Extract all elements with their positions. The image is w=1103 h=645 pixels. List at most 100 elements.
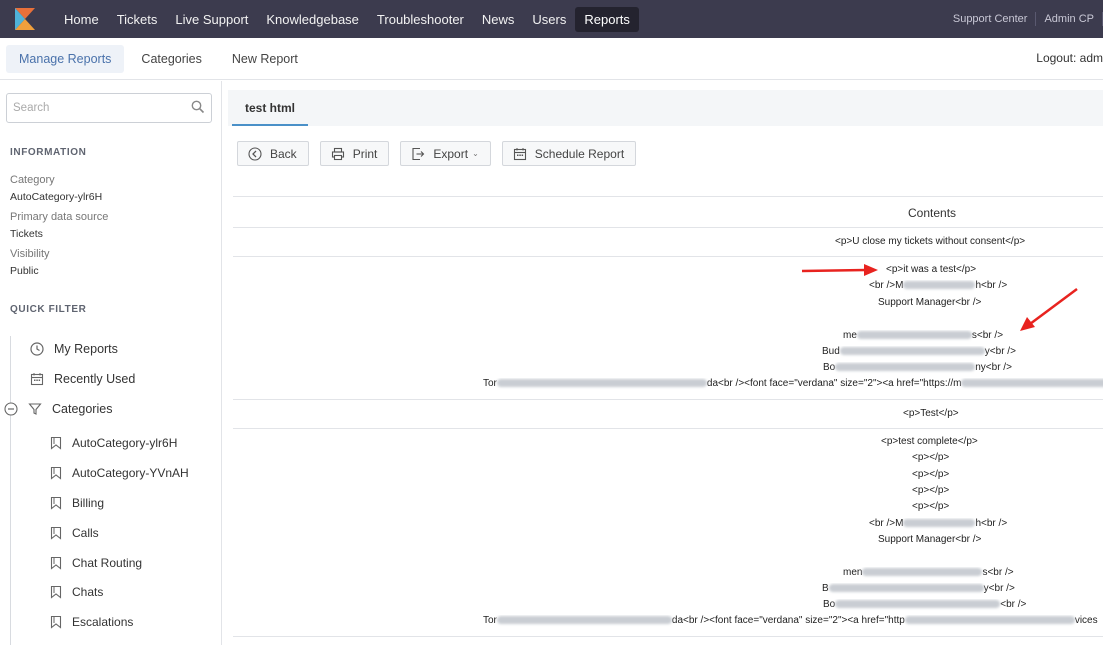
nav-home[interactable]: Home [55, 7, 108, 32]
tree-line [10, 336, 11, 645]
category-item[interactable]: Calls [50, 526, 99, 540]
nav-users[interactable]: Users [523, 7, 575, 32]
red-arrow-icon [801, 264, 878, 276]
cell-text: <p></p> [912, 452, 950, 463]
category-item[interactable]: Billing [50, 496, 104, 510]
tab-test-html[interactable]: test html [232, 90, 309, 126]
quick-filter-heading: QUICK FILTER [10, 304, 87, 315]
sidebar: INFORMATION Category AutoCategory-ylr6H … [0, 81, 222, 645]
cell-line: <p></p> [233, 469, 1103, 485]
table-row: <p>it was a test</p> <br />M h<br /> Supp… [233, 257, 1103, 400]
quick-filter-my-reports[interactable]: My Reports [30, 342, 118, 356]
quick-filter-categories[interactable]: Categories [4, 402, 112, 416]
search-box [6, 93, 212, 123]
filter-icon [28, 402, 42, 416]
category-item[interactable]: Chat Routing [50, 556, 142, 570]
info-visibility-value: Public [10, 265, 39, 277]
bookmark-icon [50, 585, 62, 599]
admin-cp-link[interactable]: Admin CP [1036, 12, 1103, 26]
clock-icon [30, 342, 44, 356]
bookmark-icon [50, 496, 62, 510]
table-row: <p>Test</p> [233, 400, 1103, 429]
export-button[interactable]: Export ⌄ [400, 141, 491, 166]
export-icon [411, 147, 425, 161]
print-label: Print [352, 146, 378, 161]
quick-filter-label: Recently Used [54, 372, 136, 386]
column-header-contents[interactable]: Contents [908, 206, 956, 220]
info-datasource-value: Tickets [10, 228, 43, 240]
info-visibility-label: Visibility [10, 248, 50, 260]
category-item[interactable]: Chats [50, 585, 103, 599]
quick-filter-recently-used[interactable]: Recently Used [30, 372, 135, 386]
nav-knowledgebase[interactable]: Knowledgebase [257, 7, 368, 32]
category-item[interactable]: AutoCategory-YVnAH [50, 466, 189, 480]
print-button[interactable]: Print [319, 141, 390, 166]
report-table: Contents <p>U close my tickets without c… [233, 196, 1103, 637]
category-label: Chat Routing [72, 556, 143, 570]
chevron-down-icon: ⌄ [472, 149, 479, 158]
cell-text: Bud y<br /> [822, 346, 1016, 357]
info-datasource-label: Primary data source [10, 211, 109, 223]
cell-line: <p>it was a test</p> [233, 264, 1103, 280]
kayako-logo[interactable] [15, 8, 35, 30]
cell-line: <br />M h<br /> [233, 518, 1103, 534]
cell-text: By<br /> [822, 583, 1015, 594]
category-label: Calls [72, 526, 99, 540]
bookmark-icon [50, 526, 62, 540]
search-icon[interactable] [191, 100, 205, 114]
info-category-value: AutoCategory-ylr6H [10, 191, 103, 203]
cell-text: men s<br /> [843, 567, 1014, 578]
category-label: Billing [72, 496, 105, 510]
cell-text: <br />M h<br /> [869, 280, 1008, 291]
category-label: AutoCategory-YVnAH [72, 466, 189, 480]
printer-icon [331, 147, 345, 161]
cell-line: <br />M h<br /> [233, 280, 1103, 296]
back-icon [248, 146, 262, 161]
subnav-categories[interactable]: Categories [128, 45, 214, 73]
cell-text: Tor da<br /><font face="verdana" size="2"… [483, 615, 1098, 626]
cell-text: <p></p> [912, 485, 950, 496]
subnav-new-report[interactable]: New Report [219, 45, 311, 73]
cell-line: <p>Test</p> [233, 408, 1103, 424]
nav-right-links: Support Center Admin CP [945, 0, 1103, 38]
cell-line: <p></p> [233, 485, 1103, 501]
cell-line: <p>test complete</p> [233, 436, 1103, 452]
search-input[interactable] [7, 94, 177, 122]
back-label: Back [270, 146, 297, 161]
cell-line: <p></p> [233, 452, 1103, 468]
cell-text: <p>it was a test</p> [886, 264, 977, 275]
bookmark-icon [50, 556, 62, 570]
collapse-icon[interactable] [4, 402, 18, 416]
cell-text: <p></p> [912, 501, 950, 512]
category-item[interactable]: AutoCategory-ylr6H [50, 436, 177, 450]
back-button[interactable]: Back [237, 141, 309, 166]
cell-text: Bo <br /> [823, 599, 1027, 610]
schedule-report-button[interactable]: Schedule Report [501, 141, 637, 166]
main-content: test html Back Print Export ⌄ Schedule R… [228, 81, 1103, 645]
nav-live-support[interactable]: Live Support [166, 7, 257, 32]
cell-line: <p></p> [233, 501, 1103, 517]
nav-tickets[interactable]: Tickets [108, 7, 167, 32]
cell-line: Bo ny<br /> [233, 362, 1103, 378]
top-navigation: Home Tickets Live Support Knowledgebase … [0, 0, 1103, 38]
nav-news[interactable]: News [473, 7, 524, 32]
category-label: AutoCategory-ylr6H [72, 436, 178, 450]
table-header: Contents [233, 196, 1103, 228]
logout-link[interactable]: Logout: adm [1036, 51, 1103, 65]
nav-reports[interactable]: Reports [575, 6, 639, 32]
cell-text: me s<br /> [843, 330, 1004, 341]
category-item[interactable]: Escalations [50, 615, 133, 629]
cell-line: By<br /> [233, 583, 1103, 599]
cell-line: <p>U close my tickets without consent</p… [233, 236, 1103, 252]
cell-line: Bo <br /> [233, 599, 1103, 615]
cell-line: Support Manager<br /> [233, 297, 1103, 313]
subnav-manage-reports[interactable]: Manage Reports [6, 44, 125, 73]
report-toolbar: Back Print Export ⌄ Schedule Report [237, 141, 647, 166]
bookmark-icon [50, 466, 62, 480]
nav-troubleshooter[interactable]: Troubleshooter [368, 7, 473, 32]
red-arrow-icon [1020, 287, 1078, 331]
cell-line: me s<br /> [233, 330, 1103, 346]
information-heading: INFORMATION [10, 147, 87, 158]
support-center-link[interactable]: Support Center [945, 12, 1037, 26]
category-label: Escalations [72, 615, 134, 629]
